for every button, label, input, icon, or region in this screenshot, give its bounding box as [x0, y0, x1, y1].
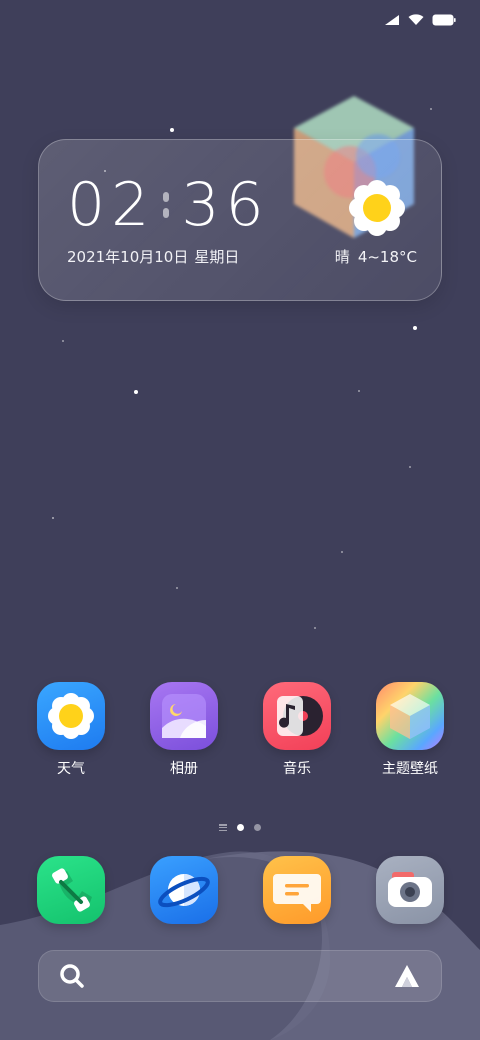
- temperature-range: 4~18°C: [357, 248, 417, 266]
- theme-icon: [376, 682, 444, 750]
- date-line: 2021年10月10日 星期日: [67, 246, 239, 267]
- clock-hours: 02: [67, 170, 156, 240]
- app-theme-wallpaper[interactable]: 主题壁纸: [365, 682, 455, 778]
- page-dot-active[interactable]: [237, 824, 244, 831]
- dock-camera[interactable]: [365, 856, 455, 924]
- weather-condition: 晴: [334, 248, 350, 266]
- app-label: 天气: [57, 761, 85, 777]
- clock: 02 36: [67, 170, 270, 240]
- phone-icon: [37, 856, 105, 924]
- app-label: 音乐: [283, 761, 311, 777]
- search-bar[interactable]: [38, 950, 442, 1002]
- dock-phone[interactable]: [26, 856, 116, 924]
- wifi-icon: [408, 14, 424, 25]
- date-text: 2021年10月10日: [67, 248, 189, 266]
- search-icon[interactable]: [59, 963, 85, 989]
- battery-icon: [432, 14, 456, 26]
- dock-browser[interactable]: [139, 856, 229, 924]
- weekday-text: 星期日: [194, 248, 240, 266]
- page-indicator[interactable]: [0, 824, 480, 831]
- clock-weather-widget[interactable]: 02 36 2021年10月10日 星期日 晴 4~18°C: [38, 139, 442, 301]
- app-label: 主题壁纸: [382, 761, 438, 777]
- app-label: 相册: [170, 761, 198, 777]
- clock-minutes: 36: [181, 170, 270, 240]
- weather-summary: 晴 4~18°C: [335, 246, 417, 267]
- app-weather[interactable]: 天气: [26, 682, 116, 778]
- signal-icon: [385, 15, 399, 25]
- page-dot[interactable]: [254, 824, 261, 831]
- camera-icon: [376, 856, 444, 924]
- assistant-icon[interactable]: [393, 963, 421, 989]
- app-music[interactable]: 音乐: [252, 682, 342, 778]
- sun-icon: [349, 180, 405, 236]
- messages-icon: [263, 856, 331, 924]
- browser-icon: [150, 856, 218, 924]
- page-list-icon[interactable]: [219, 824, 227, 831]
- clock-separator: [161, 192, 171, 218]
- status-bar: [384, 10, 456, 30]
- app-gallery[interactable]: 相册: [139, 682, 229, 778]
- music-icon: [263, 682, 331, 750]
- gallery-icon: [150, 682, 218, 750]
- weather-icon: [37, 682, 105, 750]
- dock-messages[interactable]: [252, 856, 342, 924]
